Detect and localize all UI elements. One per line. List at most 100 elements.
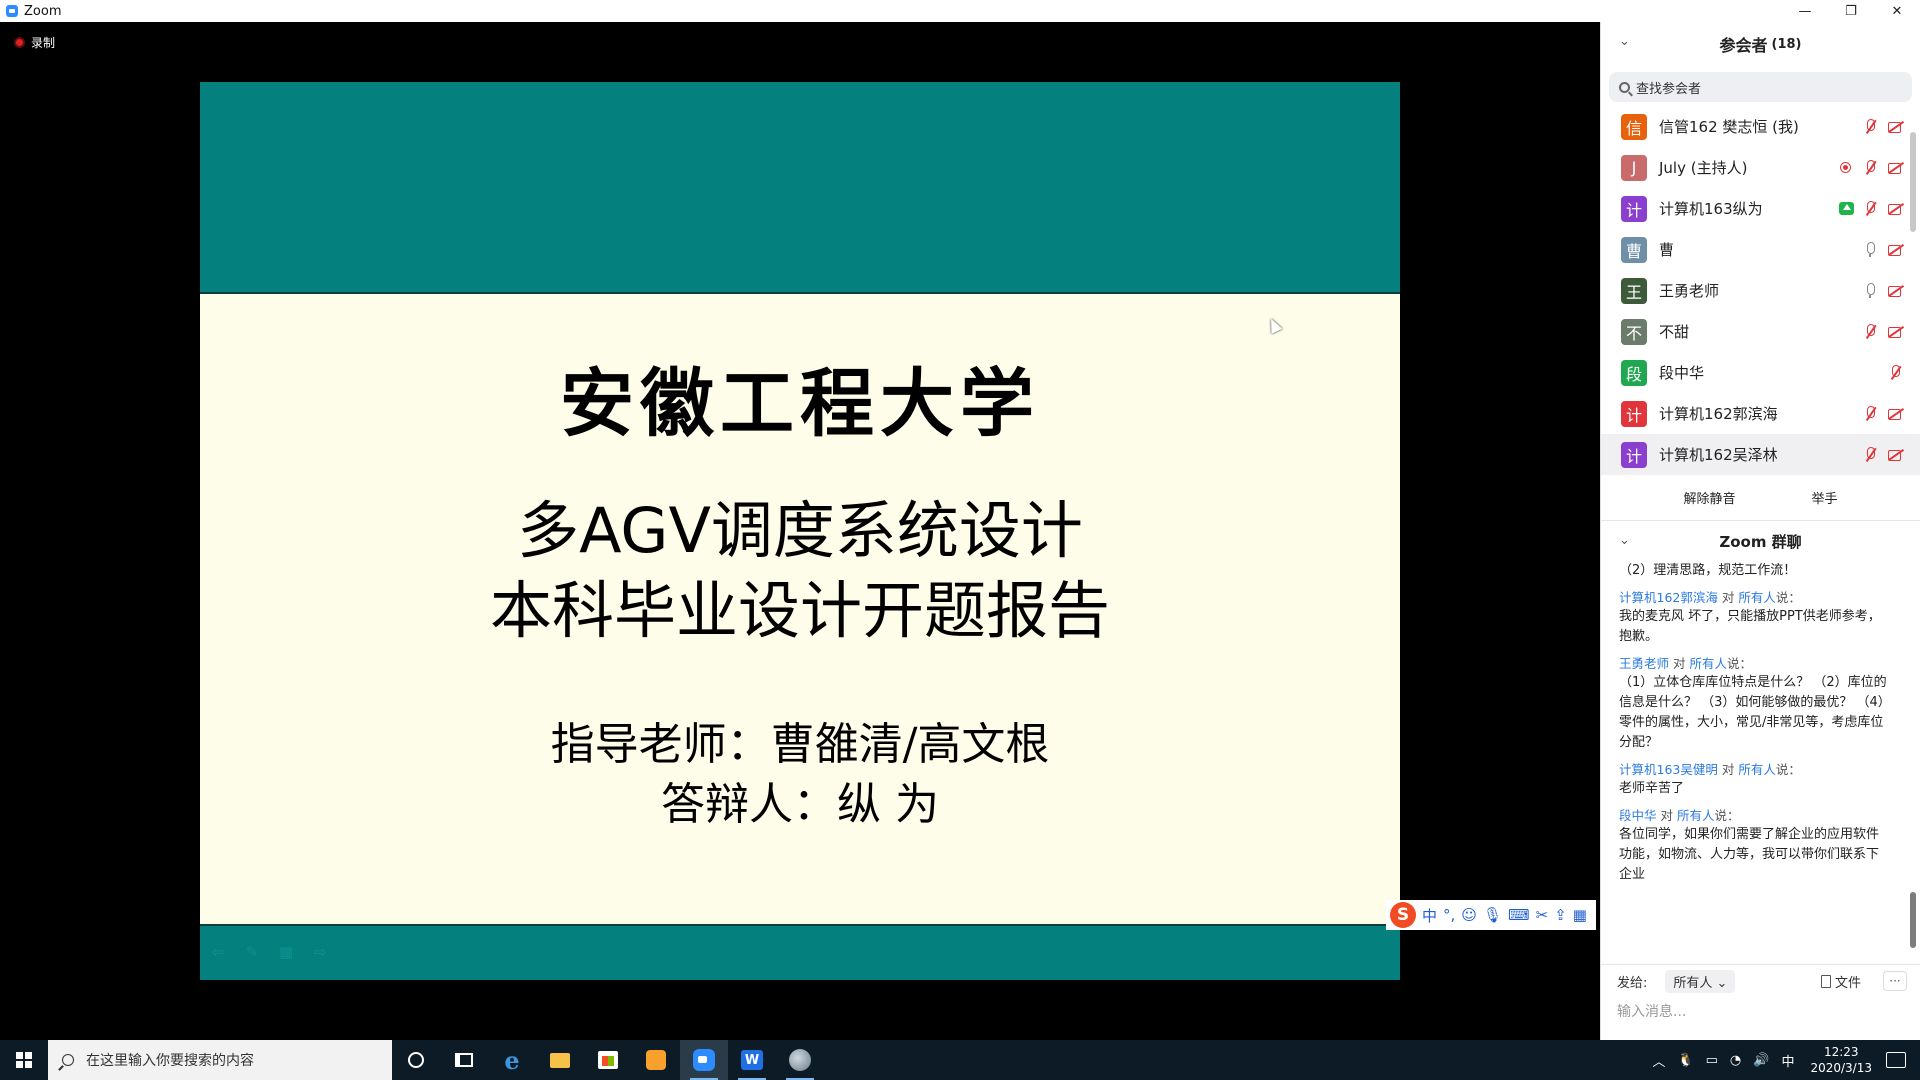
chat-message: （2）理清思路，规范工作流！ <box>1619 561 1890 581</box>
previous-slide-icon[interactable]: ⇦ <box>208 943 228 961</box>
windows-logo-icon <box>16 1052 32 1068</box>
battery-icon[interactable]: ▭ <box>1706 1053 1718 1068</box>
more-options-button[interactable]: ··· <box>1883 971 1907 991</box>
recording-indicator[interactable]: 录制 <box>14 34 55 51</box>
wps-app-button[interactable]: W <box>728 1040 776 1080</box>
chat-message: 段中华对所有人说： 各位同学，如果你们需要了解企业的应用软件功能，如物流、人力等，… <box>1619 807 1890 885</box>
participant-status-icons <box>1862 405 1904 422</box>
participant-name: 计算机162吴泽林 <box>1659 446 1778 464</box>
participant-status-icons <box>1862 323 1904 340</box>
chat-said-suffix: 说： <box>1775 590 1801 605</box>
edge-button[interactable]: e <box>488 1040 536 1080</box>
chat-sender[interactable]: 计算机162郭滨海 <box>1619 590 1718 605</box>
cam-off-icon <box>1887 446 1904 463</box>
chat-message-input[interactable]: 输入消息... <box>1601 997 1920 1027</box>
participant-row[interactable]: 王王勇老师 <box>1601 270 1920 311</box>
taskbar-search-box[interactable]: 在这里输入你要搜索的内容 <box>48 1040 392 1080</box>
participant-name: 段中华 <box>1659 364 1705 382</box>
zoom-app-button[interactable] <box>680 1040 728 1080</box>
mic-off-icon <box>1862 446 1879 463</box>
chat-recipient: 所有人 <box>1677 808 1715 823</box>
wps-icon: W <box>741 1050 763 1070</box>
participant-name: 计算机163纵为 <box>1659 200 1763 218</box>
participant-search-input[interactable]: 查找参会者 <box>1609 72 1912 102</box>
presentation-slide: 安徽工程大学 多AGV调度系统设计 本科毕业设计开题报告 指导老师：曹雒清/高文… <box>200 82 1400 980</box>
participant-name: 信管162 樊志恒 (我) <box>1659 118 1799 136</box>
participant-row[interactable]: 计计算机163纵为 <box>1601 188 1920 229</box>
raise-hand-button[interactable]: 举手 <box>1794 482 1856 513</box>
file-explorer-button[interactable] <box>536 1040 584 1080</box>
system-tray: ︿ 🐧 ▭ ◔ 🔊 中 12:23 2020/3/13 <box>1646 1040 1920 1080</box>
slide-title-line1: 多AGV调度系统设计 <box>517 494 1083 567</box>
ime-voice-icon[interactable]: 🎙 <box>1483 906 1502 924</box>
presentation-app-icon <box>789 1049 811 1071</box>
store-button[interactable] <box>584 1040 632 1080</box>
ime-tools-icon[interactable]: ✂ <box>1536 906 1549 924</box>
chat-message: 计算机162郭滨海对所有人说： 我的麦克风 坏了，只能播放PPT供老师参考，抱歉。 <box>1619 589 1890 647</box>
ime-menu-icon[interactable]: ▦ <box>1573 906 1587 924</box>
participant-row[interactable]: 段段中华 <box>1601 352 1920 393</box>
mic-off-icon <box>1862 118 1879 135</box>
minimize-button[interactable]: — <box>1782 0 1828 22</box>
taskbar-clock[interactable]: 12:23 2020/3/13 <box>1810 1044 1872 1076</box>
chat-sender[interactable]: 计算机163吴健明 <box>1619 762 1718 777</box>
avatar: 计 <box>1621 441 1647 468</box>
avatar: 计 <box>1621 400 1647 427</box>
participant-row[interactable]: 不不甜 <box>1601 311 1920 352</box>
cortana-button[interactable] <box>392 1040 440 1080</box>
participant-row[interactable]: 计计算机162郭滨海 <box>1601 393 1920 434</box>
show-hidden-icons-chevron-icon[interactable]: ︿ <box>1652 1051 1665 1070</box>
recipient-dropdown[interactable]: 所有人 ⌄ <box>1665 969 1736 993</box>
participant-row[interactable]: 曹曹 <box>1601 229 1920 270</box>
input-language-indicator[interactable]: 中 <box>1781 1051 1794 1070</box>
collapse-chat-chevron-icon[interactable]: ⌄ <box>1619 533 1630 548</box>
ime-punctuation-icon[interactable]: °, <box>1443 906 1455 924</box>
cam-off-icon <box>1887 159 1904 176</box>
participants-count: (18) <box>1771 36 1802 52</box>
avatar: 计 <box>1621 195 1647 222</box>
shared-screen-area: 录制 安徽工程大学 多AGV调度系统设计 本科毕业设计开题报告 指导老师：曹雒清… <box>0 22 1600 1040</box>
participant-row[interactable]: 计计算机162吴泽林 <box>1601 434 1920 475</box>
chat-sender[interactable]: 王勇老师 <box>1619 656 1669 671</box>
windows-taskbar: 在这里输入你要搜索的内容 e W ︿ 🐧 ▭ ◔ 🔊 中 12:23 2020/… <box>0 1040 1920 1080</box>
collapse-participants-chevron-icon[interactable]: ⌄ <box>1619 34 1630 49</box>
pen-icon[interactable]: ✎ <box>242 943 262 961</box>
chat-message-text: 我的麦克风 坏了，只能播放PPT供老师参考，抱歉。 <box>1619 609 1881 644</box>
slide-university: 安徽工程大学 <box>560 361 1040 447</box>
chat-scrollbar[interactable] <box>1910 892 1916 948</box>
close-button[interactable]: ✕ <box>1874 0 1920 22</box>
participant-row[interactable]: J July (主持人) <box>1601 147 1920 188</box>
chat-recipient: 所有人 <box>1738 590 1776 605</box>
avatar: 段 <box>1621 359 1647 386</box>
mic-off-icon <box>1862 200 1879 217</box>
ime-keyboard-icon[interactable]: ⌨ <box>1508 906 1530 924</box>
action-center-icon[interactable] <box>1886 1052 1906 1068</box>
slides-grid-icon[interactable]: ▦ <box>276 943 296 961</box>
ppt-app-button[interactable] <box>776 1040 824 1080</box>
mic-off-icon <box>1862 405 1879 422</box>
qq-icon[interactable]: 🐧 <box>1677 1053 1693 1068</box>
restore-button[interactable]: ❐ <box>1828 0 1874 22</box>
zoom-app-icon <box>693 1049 715 1071</box>
ime-emoji-icon[interactable]: ☺ <box>1461 906 1477 924</box>
ime-chinese-mode[interactable]: 中 <box>1422 905 1437 926</box>
next-slide-icon[interactable]: ⇨ <box>310 943 330 961</box>
chat-sender[interactable]: 段中华 <box>1619 808 1657 823</box>
sogou-logo-icon[interactable]: S <box>1390 902 1416 928</box>
sogou-app-button[interactable] <box>632 1040 680 1080</box>
file-button[interactable]: 文件 <box>1820 972 1861 991</box>
rec-icon <box>1837 159 1854 176</box>
volume-icon[interactable]: 🔊 <box>1753 1053 1769 1068</box>
unmute-button[interactable]: 解除静音 <box>1665 482 1753 513</box>
participant-row[interactable]: 信信管162 樊志恒 (我) <box>1601 106 1920 147</box>
ime-skin-icon[interactable]: ⇪ <box>1554 906 1567 924</box>
participant-scrollbar[interactable] <box>1910 132 1916 232</box>
chat-messages[interactable]: （2）理清思路，规范工作流！ 计算机162郭滨海对所有人说： 我的麦克风 坏了，只能… <box>1601 561 1920 937</box>
task-view-button[interactable] <box>440 1040 488 1080</box>
participant-actions: 解除静音 举手 <box>1601 475 1920 521</box>
wifi-icon[interactable]: ◔ <box>1730 1053 1741 1068</box>
start-button[interactable] <box>0 1040 48 1080</box>
chat-message-text: 老师辛苦了 <box>1619 781 1685 796</box>
cam-off-icon <box>1887 241 1904 258</box>
recording-label: 录制 <box>31 36 56 50</box>
